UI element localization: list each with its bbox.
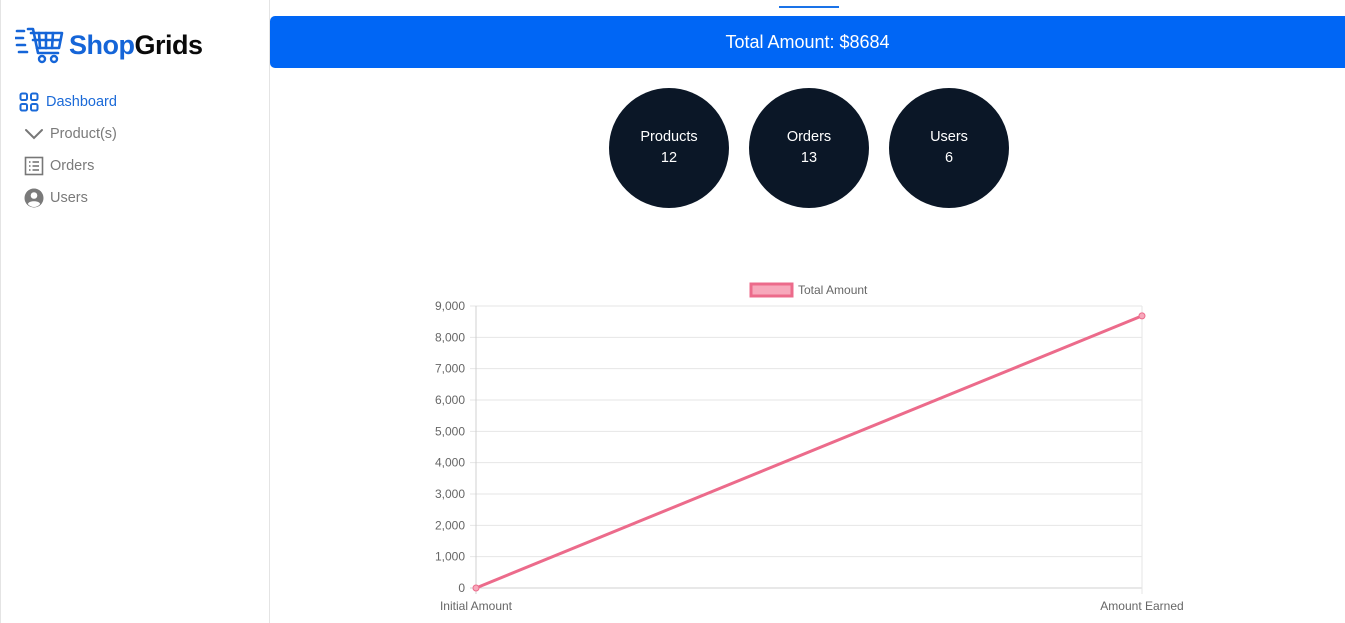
y-tick-label: 2,000 (435, 518, 465, 532)
x-tick-label: Amount Earned (1100, 599, 1183, 613)
data-point (1138, 312, 1146, 320)
y-tick-label: 5,000 (435, 424, 465, 438)
legend-swatch (749, 282, 794, 298)
data-point (472, 584, 480, 592)
y-tick-label: 0 (458, 581, 465, 595)
y-tick-label: 3,000 (435, 487, 465, 501)
y-tick-label: 9,000 (435, 299, 465, 313)
y-tick-label: 7,000 (435, 362, 465, 376)
y-tick-label: 6,000 (435, 393, 465, 407)
y-tick-label: 4,000 (435, 456, 465, 470)
legend-label: Total Amount (798, 283, 868, 297)
total-amount-line-chart: 0 1,000 2,000 3,000 4,000 5,000 6,000 7,000 8,00… (435, 282, 1184, 613)
x-tick-label: Initial Amount (440, 599, 513, 613)
series-line (475, 314, 1143, 590)
y-tick-label: 1,000 (435, 550, 465, 564)
y-tick-label: 8,000 (435, 330, 465, 344)
